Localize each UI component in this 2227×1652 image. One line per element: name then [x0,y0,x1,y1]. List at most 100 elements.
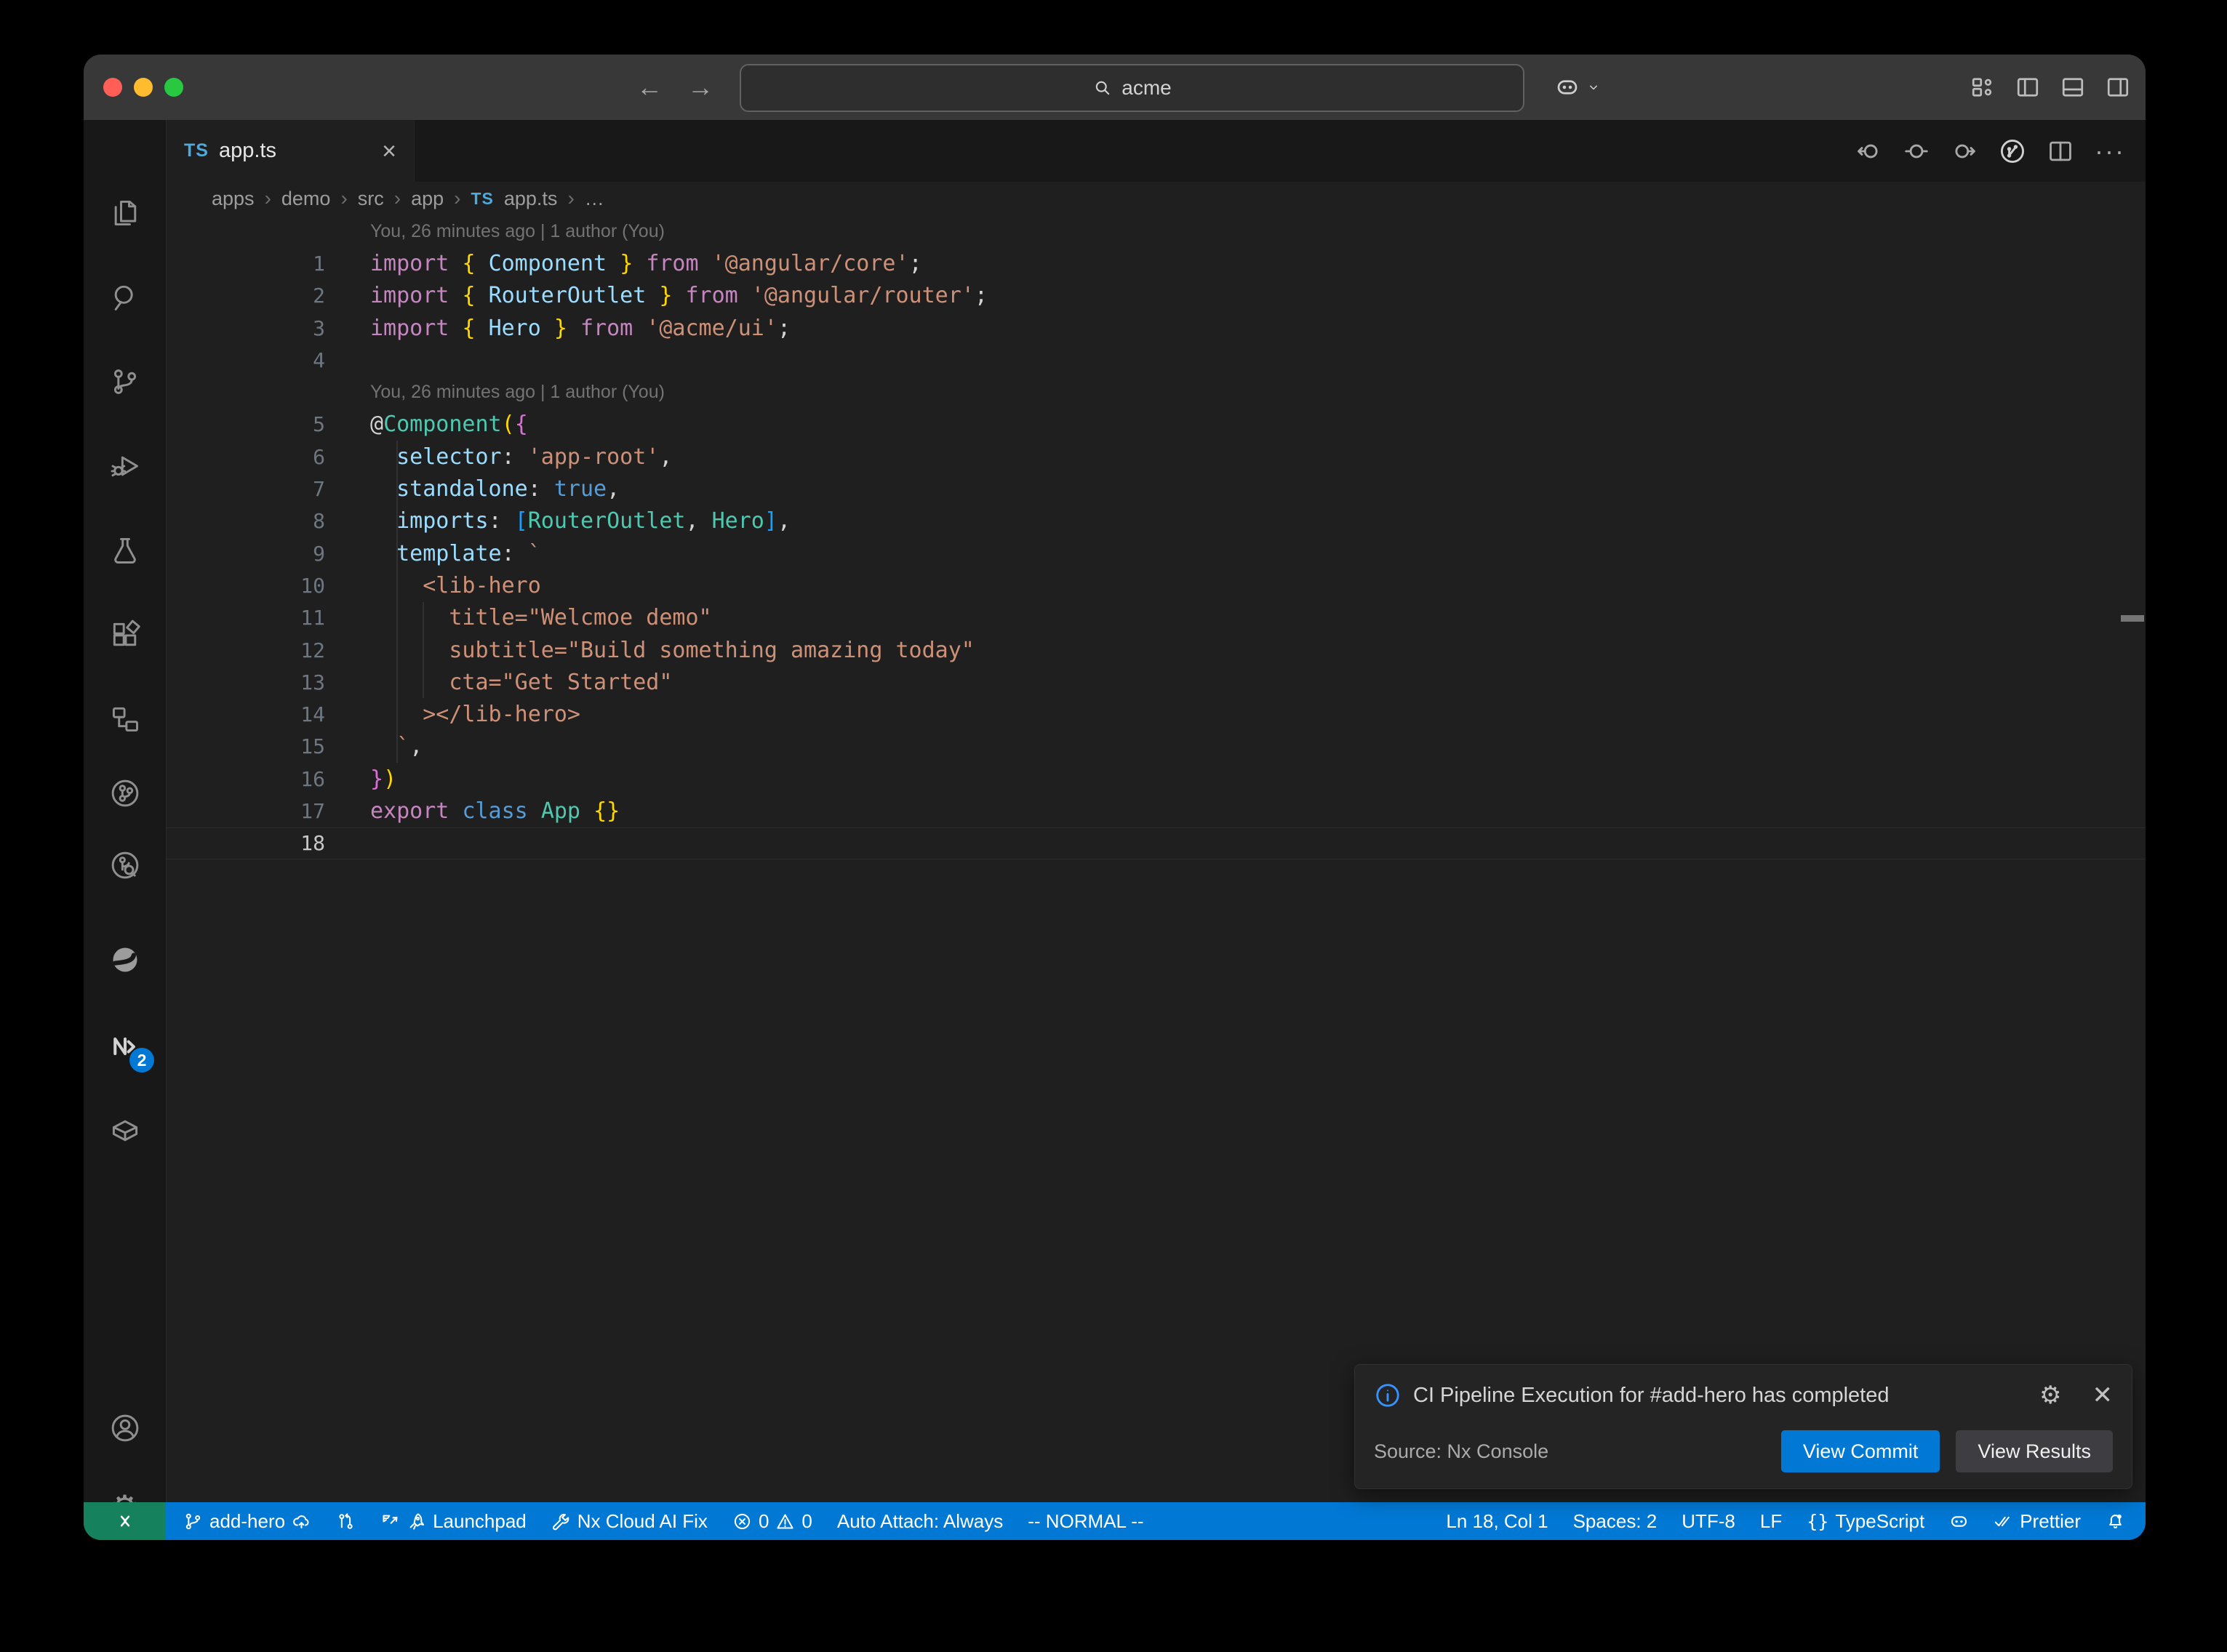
code-text: import { Component } from '@angular/core… [370,247,922,279]
tab-app-ts[interactable]: TS app.ts × [167,120,415,182]
launchpad-item[interactable]: Launchpad [380,1510,527,1533]
line-number: 13 [167,670,325,694]
changes-icon[interactable] [1903,137,1930,165]
copilot-status-item[interactable] [1949,1512,1969,1531]
toggle-secondary-sidebar-icon[interactable] [2105,74,2131,100]
nx-badge: 2 [129,1048,154,1072]
explorer-icon[interactable] [84,178,166,248]
view-results-button[interactable]: View Results [1956,1430,2113,1472]
next-change-icon[interactable] [1951,137,1978,165]
indentation-item[interactable]: Spaces: 2 [1573,1510,1658,1533]
blame-annotation-row: You, 26 minutes ago | 1 author (You) [167,215,2146,247]
line-number: 16 [167,767,325,791]
extensions-icon[interactable] [84,600,166,670]
toggle-primary-sidebar-icon[interactable] [2015,74,2041,100]
container-tools-icon[interactable] [84,1096,166,1166]
line-number: 7 [167,477,325,501]
copilot-icon[interactable] [1554,74,1580,100]
code-line: 17export class App {} [167,795,2146,827]
split-editor-icon[interactable] [2047,137,2074,165]
nx-console-icon[interactable]: 2 [84,1011,166,1081]
gitlens-icon[interactable] [84,758,166,828]
chevron-down-icon[interactable] [1586,80,1601,95]
git-branch-item[interactable]: add-hero [183,1510,311,1533]
gitlens-inspect-icon[interactable] [84,830,166,900]
auto-attach-item[interactable]: Auto Attach: Always [837,1510,1003,1533]
prettier-item[interactable]: Prettier [1994,1510,2081,1533]
notification-close-icon[interactable]: ✕ [2092,1381,2114,1410]
info-icon [1374,1382,1402,1409]
code-line: 12 subtitle="Build something amazing tod… [167,634,2146,666]
indent-guide [396,698,398,730]
desktop: ← → acme [0,0,2227,1652]
git-blame-text: You, 26 minutes ago | 1 author (You) [370,376,665,408]
git-compare-item[interactable] [336,1512,356,1531]
breadcrumb-item[interactable]: apps [212,188,255,210]
line-number: 9 [167,542,325,566]
code-text: import { RouterOutlet } from '@angular/r… [370,280,988,312]
eol-item[interactable]: LF [1760,1510,1782,1533]
code-line: 18 [167,827,2146,859]
minimize-window-button[interactable] [134,78,153,97]
line-number: 10 [167,574,325,598]
view-commit-button[interactable]: View Commit [1781,1430,1940,1472]
gitlens-graph-icon[interactable] [1999,137,2026,165]
line-number: 18 [167,831,325,855]
breadcrumb-item[interactable]: … [585,188,604,210]
breadcrumb-item[interactable]: src [358,188,384,210]
cursor-position-item[interactable]: Ln 18, Col 1 [1446,1510,1548,1533]
code-text: @Component({ [370,409,528,441]
source-control-icon[interactable] [84,347,166,417]
traffic-lights [103,78,183,97]
problems-item[interactable]: 0 0 [732,1510,812,1533]
braces-icon: {} [1807,1511,1828,1532]
more-actions-icon[interactable]: ··· [2095,136,2125,167]
breadcrumb-item[interactable]: demo [281,188,331,210]
history-back-icon[interactable]: ← [636,72,663,103]
edge-tools-icon[interactable] [84,925,166,995]
code-editor[interactable]: You, 26 minutes ago | 1 author (You) 1 imp… [167,215,2146,1502]
tab-close-icon[interactable]: × [382,139,396,164]
code-line: 15 `, [167,731,2146,763]
activity-bar: 2 ⚙ [84,120,167,1502]
code-text: import { Hero } from '@acme/ui'; [370,312,791,344]
encoding-item[interactable]: UTF-8 [1682,1510,1735,1533]
notification-settings-icon[interactable]: ⚙ [2039,1381,2061,1410]
command-center-search[interactable]: acme [740,64,1524,112]
line-number: 1 [167,252,325,276]
close-window-button[interactable] [103,78,122,97]
account-icon[interactable] [84,1393,166,1463]
previous-change-icon[interactable] [1855,137,1882,165]
indent-guide [396,569,398,601]
indent-guide [396,441,398,473]
code-line: 7 standalone: true, [167,473,2146,505]
customize-layout-icon[interactable] [1970,74,1996,100]
line-number: 6 [167,445,325,469]
line-number: 2 [167,284,325,308]
remote-indicator[interactable] [84,1502,166,1540]
indent-guide [396,602,398,634]
code-text: imports: [RouterOutlet, Hero], [370,505,791,537]
code-line: 8 imports: [RouterOutlet, Hero], [167,505,2146,537]
history-forward-icon[interactable]: → [687,72,713,103]
title-bar: ← → acme [84,55,2146,120]
language-mode-item[interactable]: {} TypeScript [1807,1510,1924,1533]
vim-mode-item[interactable]: -- NORMAL -- [1028,1510,1143,1533]
project-hierarchy-icon[interactable] [84,684,166,754]
toggle-panel-icon[interactable] [2060,74,2086,100]
indent-guide [423,602,424,634]
testing-icon[interactable] [84,516,166,585]
nx-cloud-ai-fix-item[interactable]: Nx Cloud AI Fix [551,1510,708,1533]
warning-count: 0 [801,1510,812,1533]
overview-ruler-mark [2121,615,2144,622]
maximize-window-button[interactable] [164,78,183,97]
code-text: export class App {} [370,795,620,827]
code-line: 3import { Hero } from '@acme/ui'; [167,312,2146,344]
breadcrumb-item[interactable]: app [411,188,444,210]
breadcrumb-item[interactable]: app.ts [504,188,558,210]
code-line: 10 <lib-hero [167,569,2146,601]
notifications-bell-icon[interactable] [2106,1512,2125,1531]
run-debug-icon[interactable] [84,431,166,501]
search-sidebar-icon[interactable] [84,262,166,332]
nx-cloud-label: Nx Cloud AI Fix [577,1510,708,1533]
